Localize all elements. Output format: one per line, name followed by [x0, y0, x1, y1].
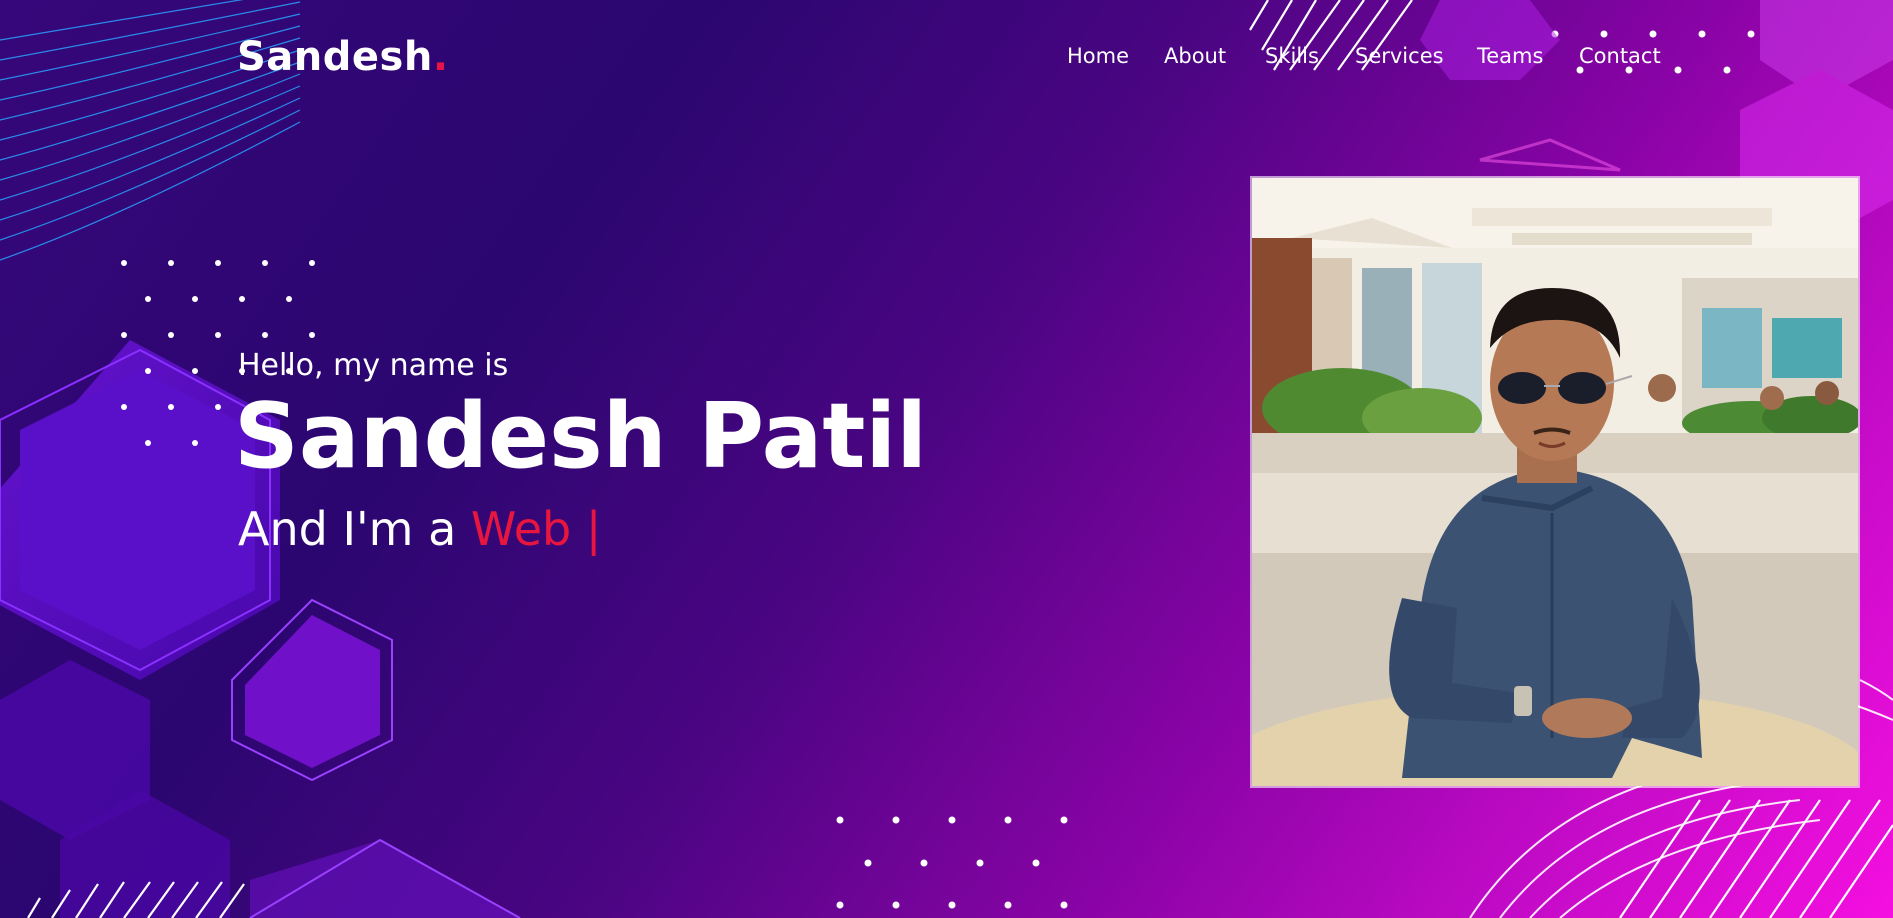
nav-link-contact[interactable]: Contact	[1579, 44, 1661, 68]
profile-photo-illustration	[1252, 178, 1858, 786]
brand-name: Sandesh	[237, 34, 433, 80]
brand-logo[interactable]: Sandesh.	[237, 34, 449, 80]
profile-photo	[1252, 178, 1858, 786]
nav-link-services[interactable]: Services	[1355, 44, 1444, 68]
main-nav: Home About Skills Services Teams Contact	[1050, 44, 1690, 78]
hero-name: Sandesh Patil	[234, 384, 928, 489]
hero-role-prefix: And I'm a	[238, 502, 471, 556]
nav-link-skills[interactable]: Skills	[1265, 44, 1319, 68]
diagonal-stripes-bottom-right	[1619, 799, 1893, 918]
typing-cursor: |	[585, 502, 602, 556]
hero-role-typed: Web	[470, 502, 586, 556]
nav-link-teams[interactable]: Teams	[1477, 44, 1543, 68]
nav-link-home[interactable]: Home	[1067, 44, 1129, 68]
dot-grid-bottom	[836, 816, 1068, 909]
nav-link-about[interactable]: About	[1164, 44, 1226, 68]
hero-role: And I'm a Web |	[238, 502, 601, 556]
brand-dot: .	[432, 34, 449, 80]
hero-greeting: Hello, my name is	[238, 348, 509, 383]
